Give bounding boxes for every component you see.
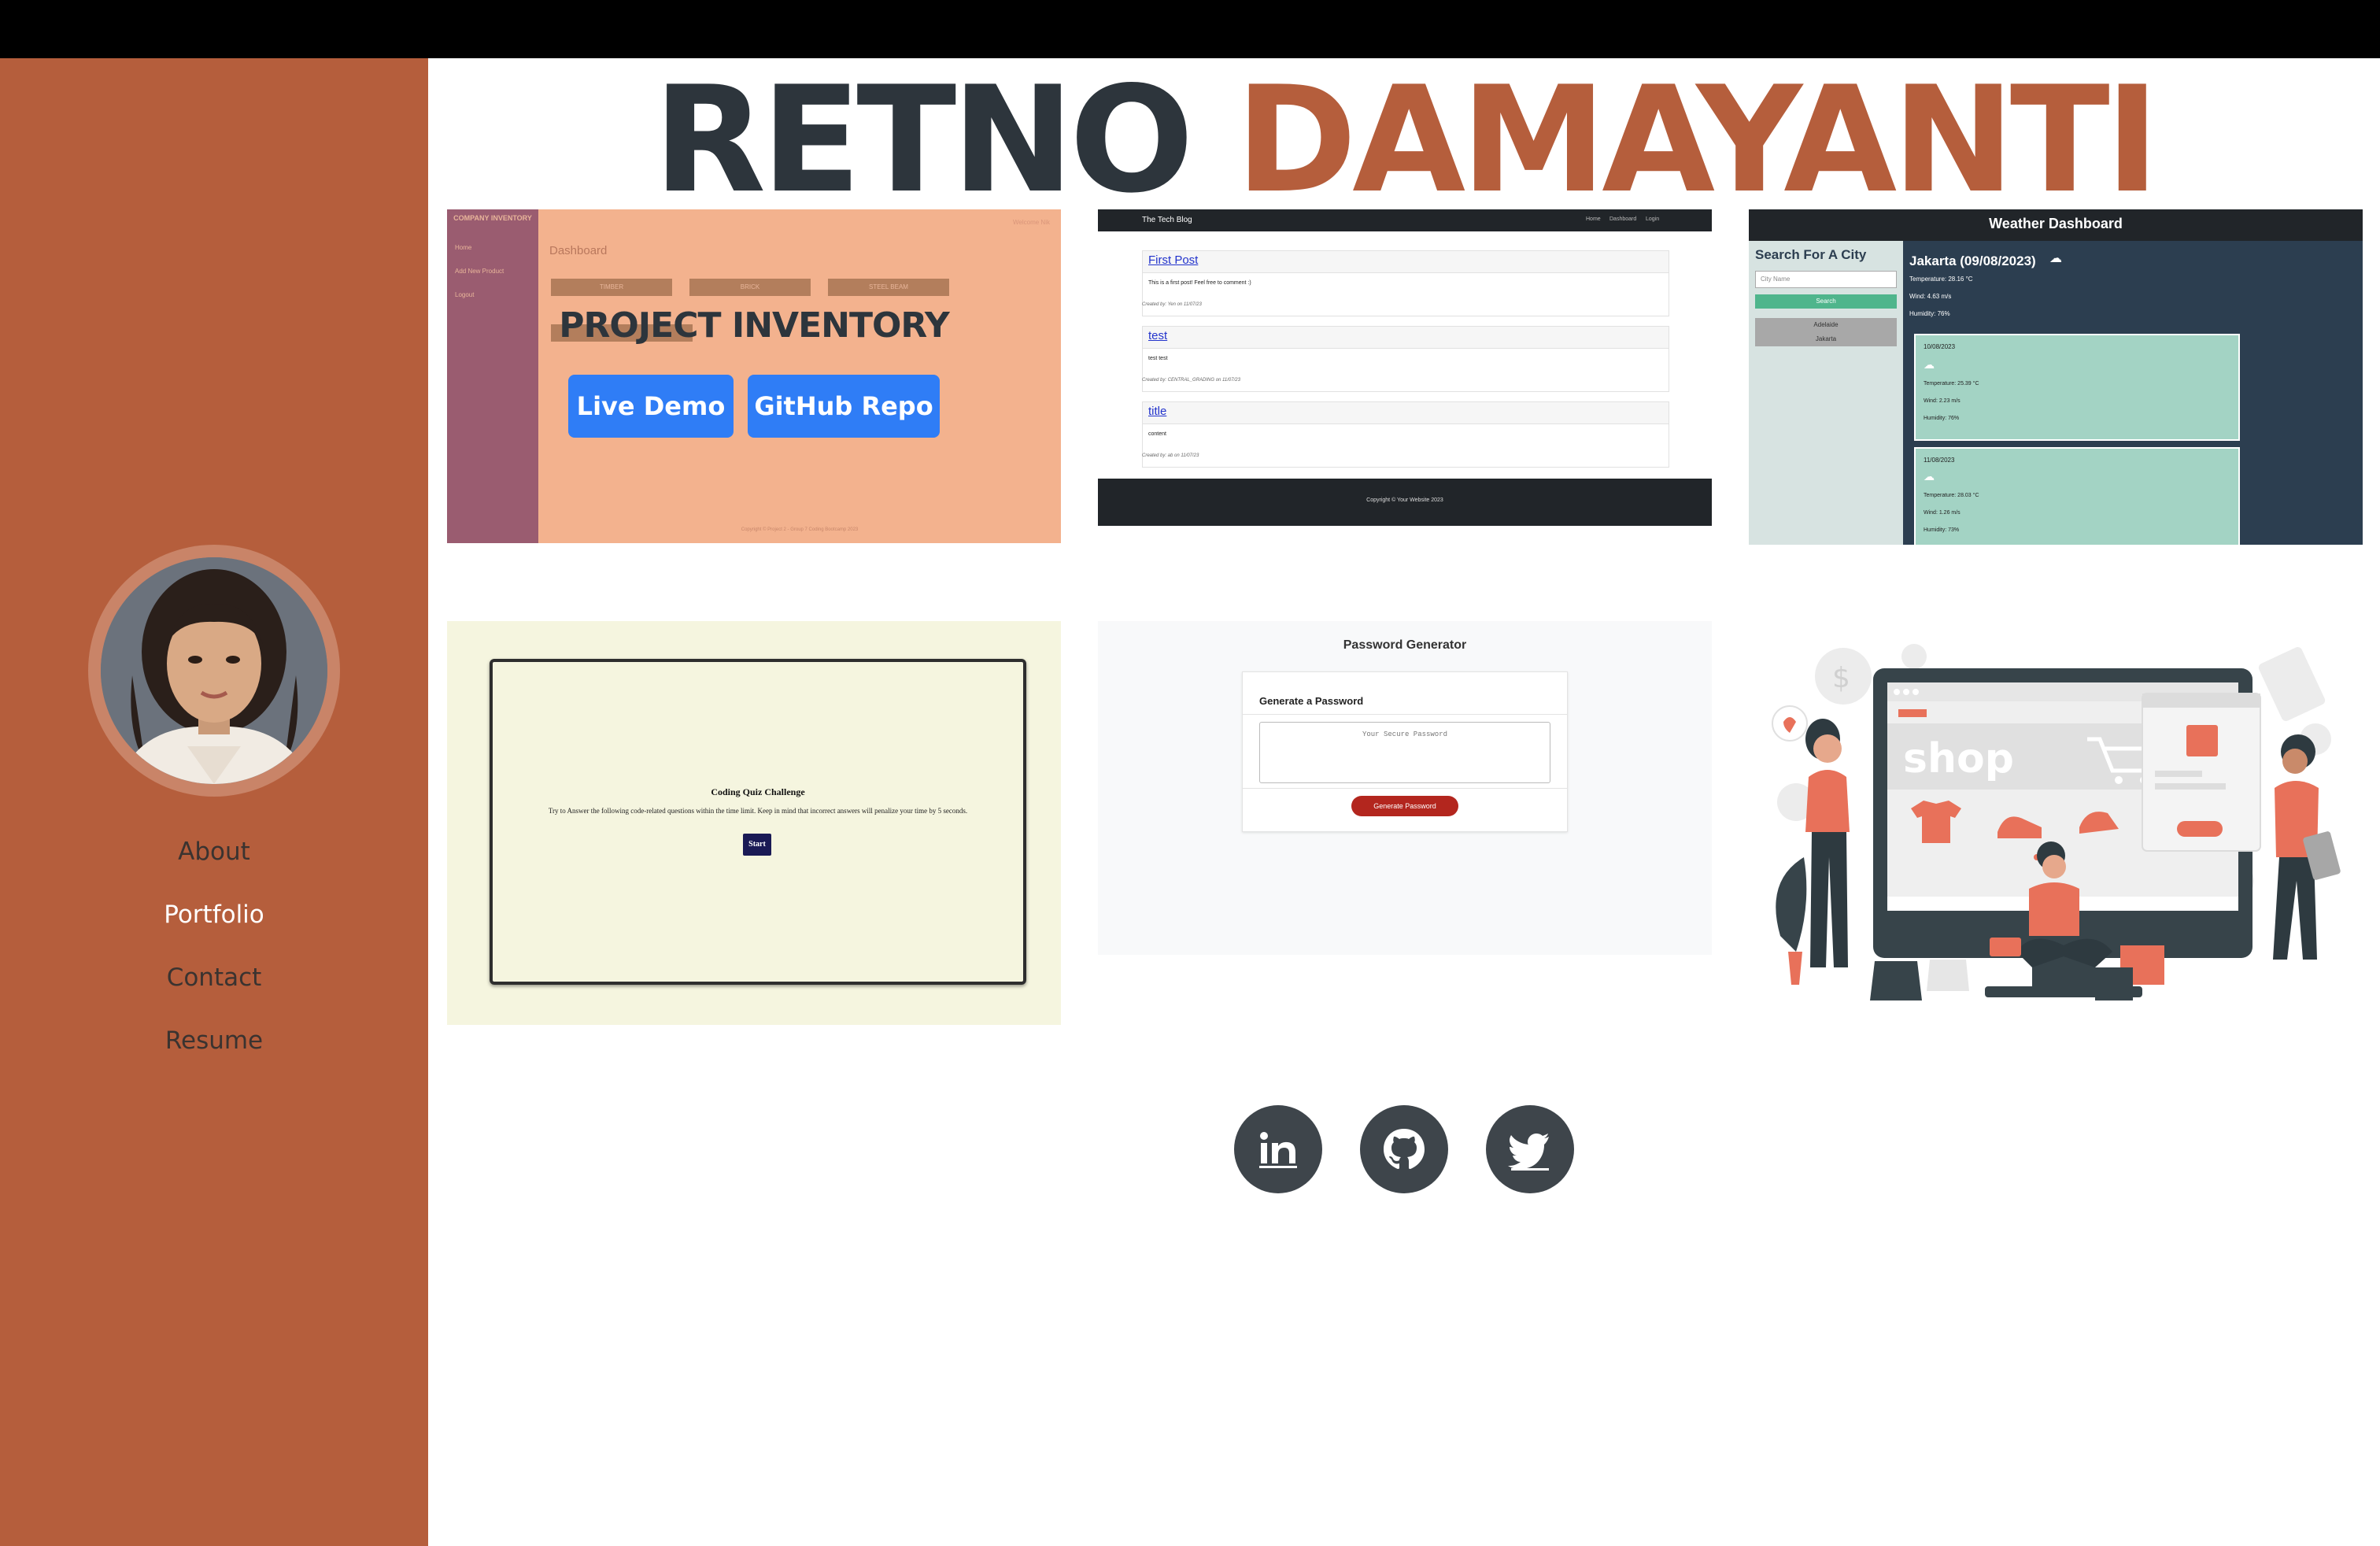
weather-title: Weather Dashboard <box>1989 216 2123 231</box>
forecast-date: 10/08/2023 <box>1924 343 1956 350</box>
nav-contact[interactable]: Contact <box>0 963 428 992</box>
history-button[interactable]: Adelaide <box>1755 318 1897 332</box>
generate-password-button[interactable]: Generate Password <box>1351 796 1458 816</box>
blog-post <box>1142 401 1669 468</box>
forecast-temperature: Temperature: 25.39 °C <box>1924 381 1979 386</box>
forecast-card <box>1914 334 2240 441</box>
blog-nav-home[interactable]: Home <box>1586 216 1601 222</box>
forecast-wind: Wind: 1.26 m/s <box>1924 510 1961 516</box>
nav-portfolio[interactable]: Portfolio <box>0 901 428 929</box>
current-wind: Wind: 4.63 m/s <box>1909 293 1952 300</box>
avatar-ring <box>88 545 340 797</box>
blog-post-title[interactable]: First Post <box>1148 253 1198 267</box>
password-card-heading: Generate a Password <box>1259 695 1364 707</box>
inventory-footer: Copyright © Project 2 - Group 7 Coding B… <box>741 527 859 532</box>
nav-resume[interactable]: Resume <box>0 1026 428 1055</box>
page-title: RETNO DAMAYANTI <box>428 61 2380 219</box>
quiz-title: Coding Quiz Challenge <box>711 786 805 797</box>
blog-post-title[interactable]: title <box>1148 405 1166 418</box>
shop-illustration: $ shop <box>1772 644 2341 1000</box>
main-content: RETNO DAMAYANTI COMPANY INVENTORY Home A… <box>428 58 2380 1546</box>
password-title: Password Generator <box>1343 638 1467 652</box>
blog-post-meta: Created by: ab on 11/07/23 <box>1142 453 1199 458</box>
divider <box>1242 788 1568 789</box>
current-city-heading: Jakarta (09/08/2023) <box>1909 253 2036 268</box>
history-button[interactable]: Jakarta <box>1755 332 1897 346</box>
quiz-description: Try to Answer the following code-related… <box>548 807 968 815</box>
forecast-humidity: Humidity: 73% <box>1924 527 1960 533</box>
shop-sign: shop <box>1903 735 2014 782</box>
quiz-start-button[interactable]: Start <box>743 834 771 856</box>
project-card-inventory[interactable]: COMPANY INVENTORY Home Add New Product L… <box>447 209 1061 543</box>
blog-post-body: This is a first post! Feel free to comme… <box>1148 280 1251 286</box>
live-demo-button[interactable]: Live Demo <box>568 375 734 438</box>
blog-nav-login[interactable]: Login <box>1646 216 1659 222</box>
linkedin-icon[interactable] <box>1234 1105 1322 1193</box>
avatar <box>101 557 327 784</box>
blog-post-meta: Created by: CENTRAL_GRADING on 11/07/23 <box>1142 378 1240 383</box>
github-icon[interactable] <box>1360 1105 1448 1193</box>
cloud-icon: ☁ <box>1924 471 1935 483</box>
current-humidity: Humidity: 76% <box>1909 310 1950 317</box>
title-first-name: RETNO <box>653 58 1194 225</box>
forecast-date: 11/08/2023 <box>1924 457 1955 464</box>
nav-about[interactable]: About <box>0 838 428 866</box>
project-card-password[interactable]: Password Generator Generate a Password Y… <box>1098 621 1712 955</box>
blog-post-body: content <box>1148 431 1166 437</box>
weather-search-button[interactable]: Search <box>1755 294 1897 309</box>
blog-post-meta: Created by: Yen on 11/07/23 <box>1142 302 1202 307</box>
project-card-weather[interactable]: Weather Dashboard Search For A City City… <box>1749 209 2363 545</box>
cloud-icon: ☁ <box>1924 359 1935 372</box>
forecast-temperature: Temperature: 28.03 °C <box>1924 493 1979 498</box>
profile-photo <box>101 557 327 784</box>
blog-nav-dashboard[interactable]: Dashboard <box>1609 216 1636 222</box>
forecast-humidity: Humidity: 76% <box>1924 416 1960 421</box>
weather-search-heading: Search For A City <box>1755 247 1867 262</box>
svg-text:$: $ <box>1832 662 1850 694</box>
project-card-quiz[interactable]: Coding Quiz Challenge Try to Answer the … <box>447 621 1061 1025</box>
cloud-icon: ☁ <box>2049 250 2062 265</box>
blog-brand: The Tech Blog <box>1142 216 1192 224</box>
blog-post-title[interactable]: test <box>1148 329 1167 342</box>
twitter-icon[interactable] <box>1486 1105 1574 1193</box>
quiz-frame <box>490 659 1026 985</box>
browser-top-bar <box>0 0 2380 58</box>
project-card-shop[interactable]: $ shop <box>1749 621 2363 1078</box>
password-output[interactable]: Your Secure Password <box>1259 722 1550 783</box>
project-card-tech-blog[interactable]: The Tech Blog Home Dashboard Login First… <box>1098 209 1712 543</box>
blog-footer-text: Copyright © Your Website 2023 <box>1366 497 1443 503</box>
blog-post-body: test test <box>1148 356 1168 361</box>
title-last-name: DAMAYANTI <box>1235 58 2160 225</box>
divider <box>1242 714 1568 715</box>
sidebar: About Portfolio Contact Resume <box>0 58 428 1546</box>
current-temperature: Temperature: 28.16 °C <box>1909 276 1973 283</box>
forecast-wind: Wind: 2.23 m/s <box>1924 398 1961 404</box>
github-repo-button[interactable]: GitHub Repo <box>748 375 940 438</box>
city-search-input[interactable]: City Name <box>1755 271 1897 288</box>
